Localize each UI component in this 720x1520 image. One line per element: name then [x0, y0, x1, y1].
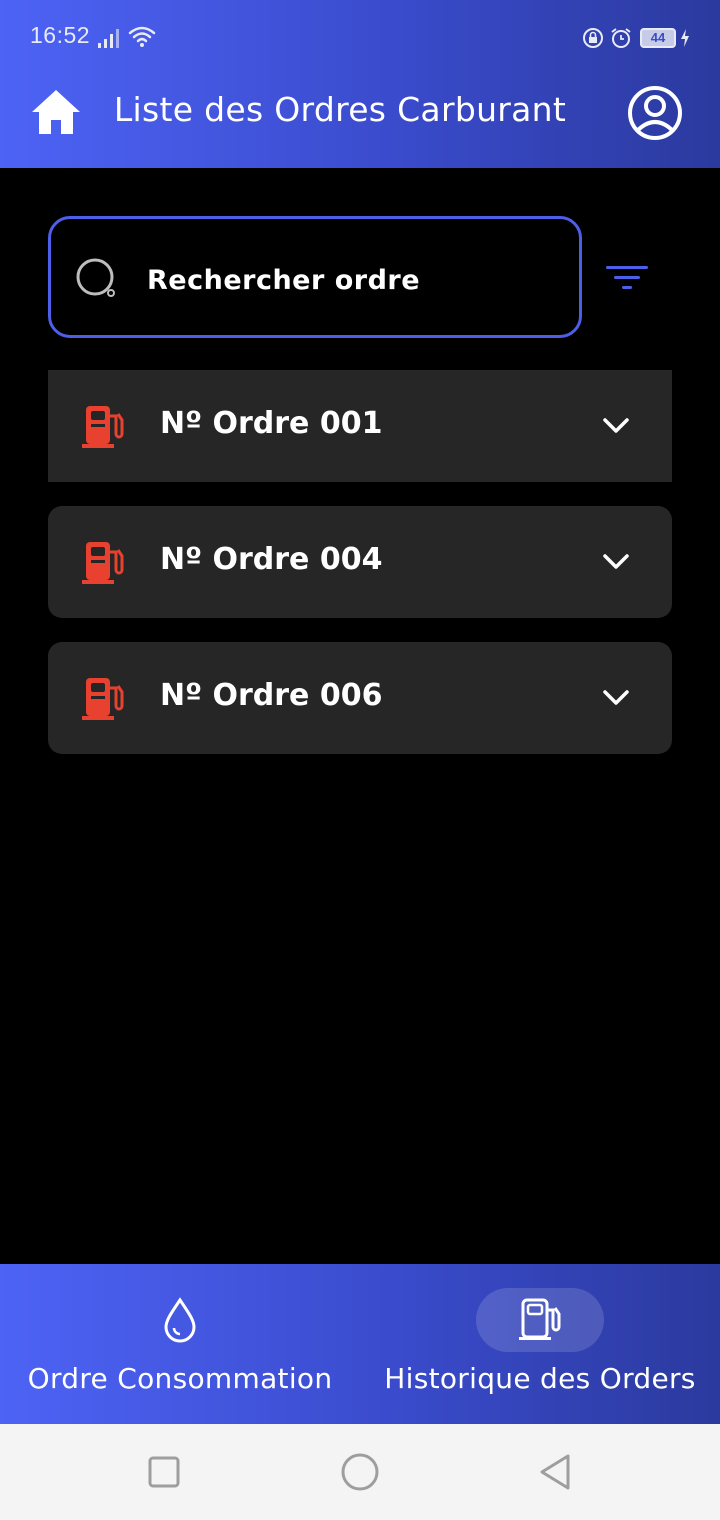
system-navigation-bar	[0, 1424, 720, 1520]
alarm-icon	[611, 28, 631, 48]
signal-icon	[98, 29, 119, 48]
order-label: Nº Ordre 001	[160, 406, 383, 441]
nav-label: Historique des Orders	[384, 1362, 696, 1395]
fuel-pump-icon	[82, 542, 124, 584]
order-item[interactable]: Nº Ordre 004	[48, 506, 672, 618]
filter-icon[interactable]	[604, 258, 652, 298]
order-label: Nº Ordre 004	[160, 542, 383, 577]
screen: 16:52 44 Liste des Ordres Carburant Rech…	[0, 0, 720, 1520]
search-box[interactable]	[48, 216, 582, 338]
home-button[interactable]	[28, 84, 84, 140]
nav-icon-container	[116, 1288, 244, 1352]
page-title: Liste des Ordres Carburant	[113, 90, 567, 129]
chevron-down-icon[interactable]	[602, 686, 630, 710]
charging-icon	[681, 29, 689, 47]
chevron-down-icon[interactable]	[602, 550, 630, 574]
fuel-pump-icon	[82, 406, 124, 448]
water-drop-icon	[164, 1297, 196, 1343]
search-input[interactable]	[145, 257, 549, 303]
recent-apps-icon[interactable]	[144, 1452, 184, 1492]
battery-indicator: 44	[640, 28, 676, 48]
status-time: 16:52	[30, 22, 91, 48]
nav-icon-container	[476, 1288, 604, 1352]
app-header: 16:52 44 Liste des Ordres Carburant	[0, 0, 720, 168]
home-circle-icon[interactable]	[340, 1452, 380, 1492]
fuel-pump-icon	[82, 678, 124, 720]
home-icon	[32, 90, 80, 134]
order-item[interactable]: Nº Ordre 006	[48, 642, 672, 754]
search-icon	[76, 258, 115, 297]
account-circle-icon[interactable]	[626, 84, 684, 142]
fuel-pump-icon	[519, 1298, 561, 1340]
order-label: Nº Ordre 006	[160, 678, 383, 713]
nav-historique-des-orders[interactable]: Historique des Orders	[360, 1264, 720, 1424]
nav-ordre-consommation[interactable]: Ordre Consommation	[0, 1264, 360, 1424]
bottom-navigation: Ordre Consommation Historique des Orders	[0, 1264, 720, 1424]
back-icon[interactable]	[536, 1452, 576, 1492]
chevron-down-icon[interactable]	[602, 414, 630, 438]
lock-rotation-icon	[583, 28, 603, 48]
order-item[interactable]: Nº Ordre 001	[48, 370, 672, 482]
nav-label: Ordre Consommation	[27, 1362, 333, 1395]
wifi-icon	[128, 26, 156, 47]
